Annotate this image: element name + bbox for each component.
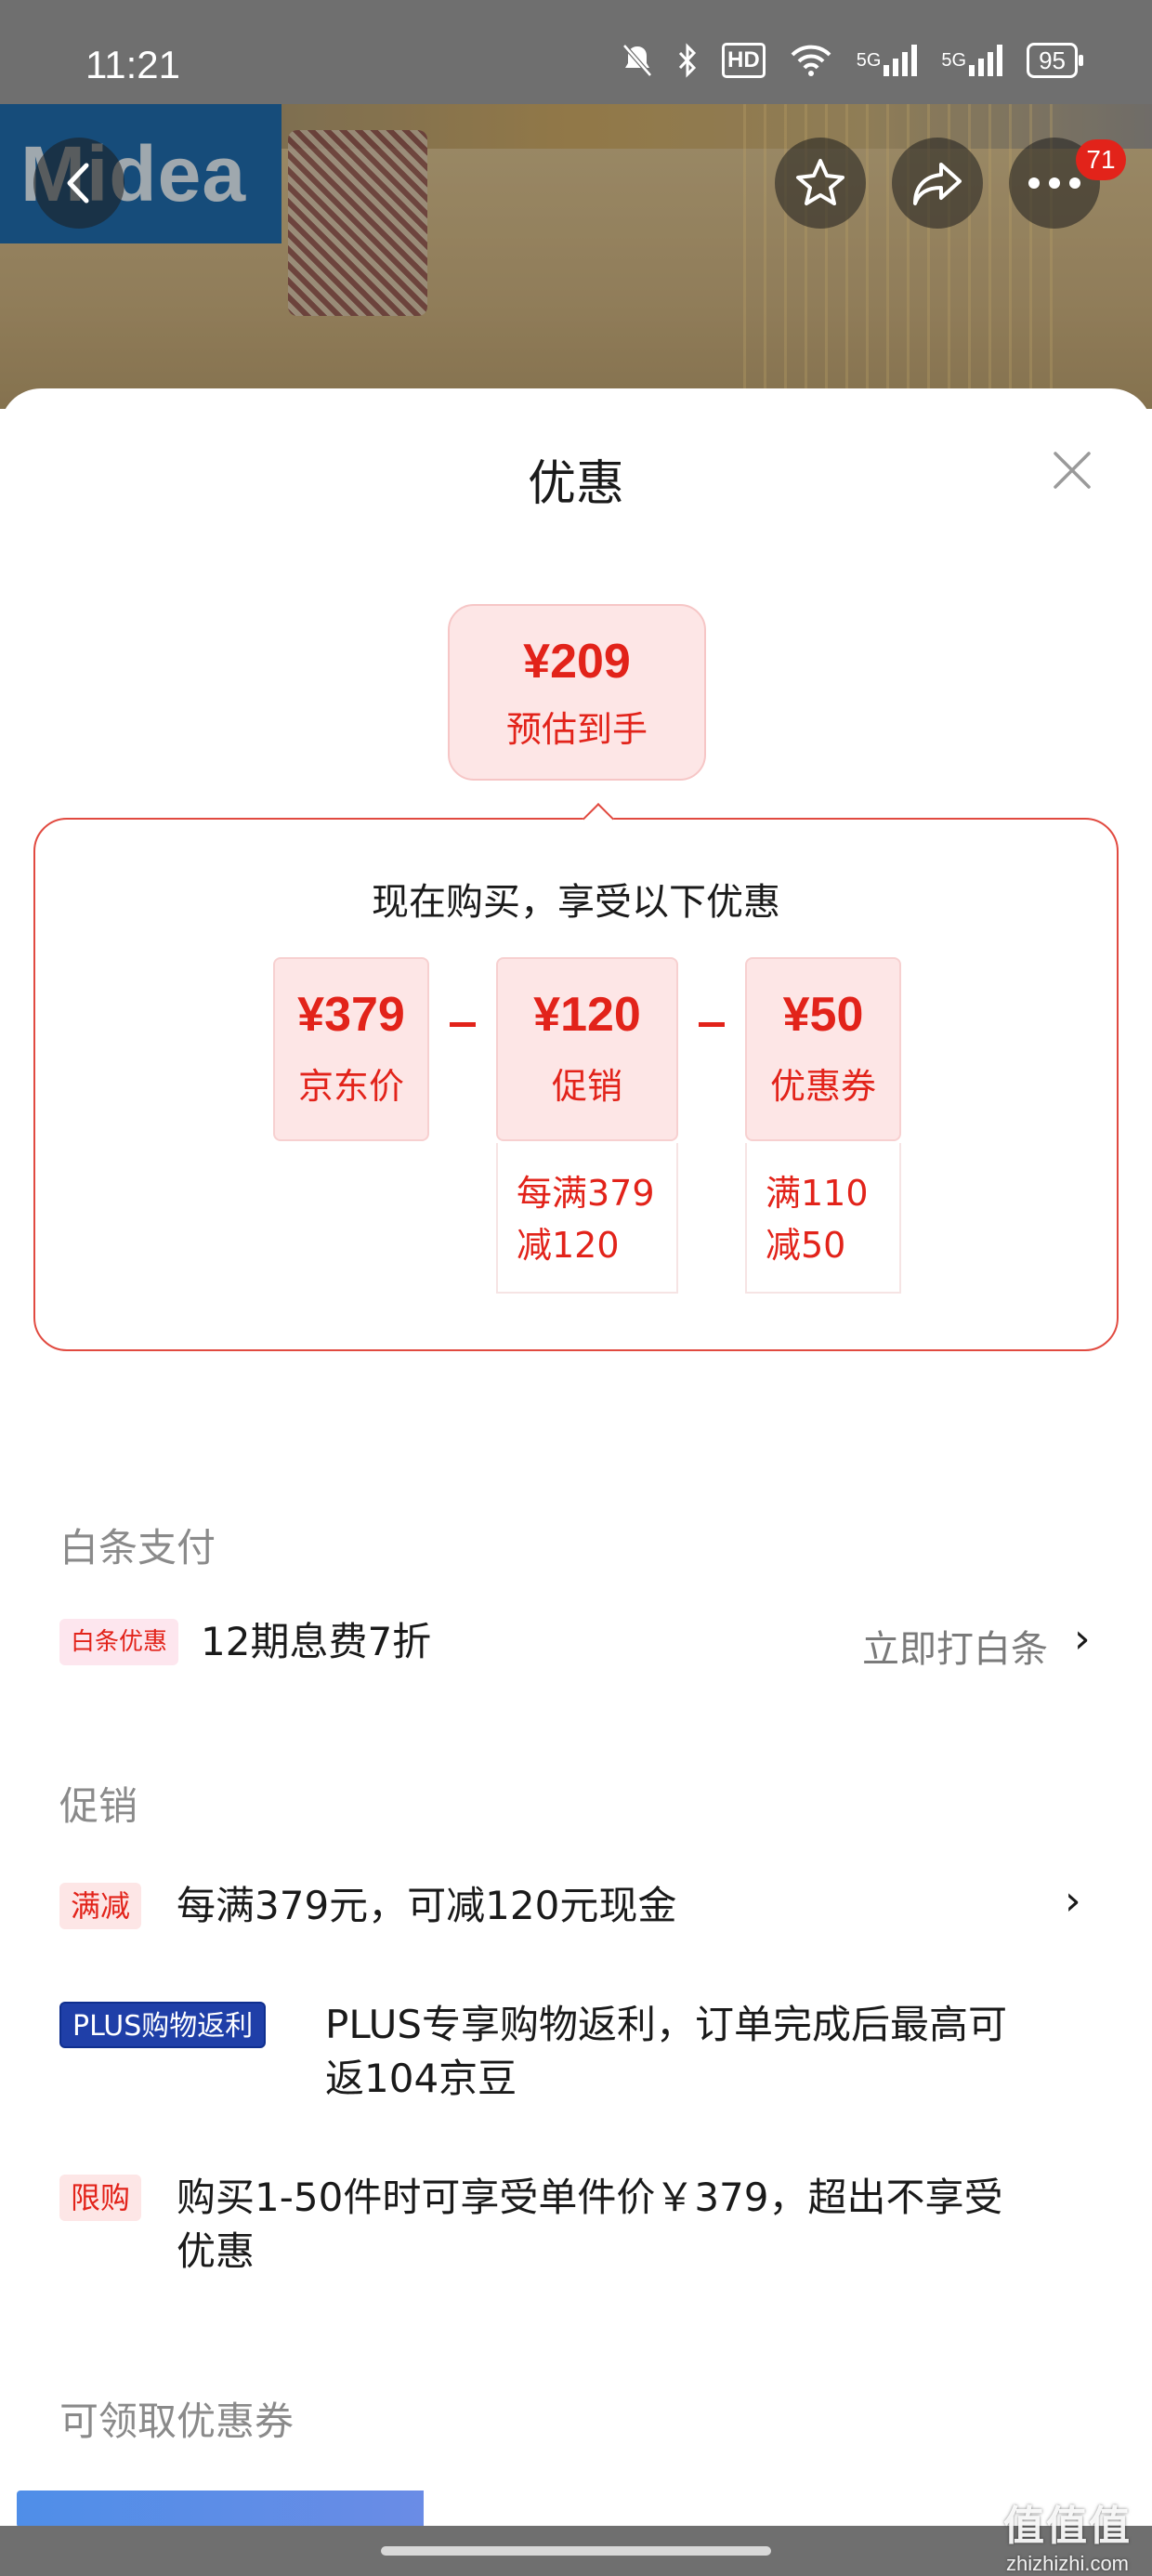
favorite-button[interactable] <box>775 138 866 229</box>
minus-sign-2 <box>699 1022 725 1027</box>
battery-indicator: 95 <box>1027 43 1083 78</box>
promotion-section-title: 促销 <box>59 1783 138 1829</box>
purchase-limit-line1: 购买1-50件时可享受单件价￥379，超出不享受 <box>177 2175 1003 2220</box>
promo-box: ¥120 促销 <box>496 957 678 1141</box>
net-type-1: 5G <box>856 49 882 71</box>
site-watermark: 值值值 zhizhizhi.com <box>1003 2492 1132 2576</box>
baitiao-section-title: 白条支付 <box>59 1525 216 1571</box>
watermark-main: 值值值 <box>1003 2504 1132 2549</box>
promo-detail-line1: 每满379 <box>517 1173 655 1214</box>
promo-value: ¥120 <box>533 988 641 1042</box>
coupon-label: 优惠券 <box>769 1066 876 1107</box>
share-arrow-icon <box>913 163 962 205</box>
estimated-price-card: ¥209 预估到手 <box>448 604 706 781</box>
status-bar: 11:21 HD 5G 5G 95 <box>0 0 1152 104</box>
home-indicator[interactable] <box>381 2546 771 2556</box>
baitiao-tag: 白条优惠 <box>59 1619 179 1665</box>
baitiao-offer-text: 12期息费7折 <box>201 1619 432 1664</box>
coupon-detail-line2: 减50 <box>766 1225 846 1266</box>
discount-breakdown: 现在购买，享受以下优惠 ¥379 京东价 ¥120 促销 每满379 减120 … <box>33 803 1119 1351</box>
full-reduction-tag: 满减 <box>59 1883 142 1929</box>
signal-5g-icon-2: 5G <box>941 43 1003 78</box>
wifi-icon <box>790 43 832 78</box>
signal-5g-icon: 5G <box>857 43 918 78</box>
chevron-left-icon <box>67 163 89 204</box>
coupon-box: ¥50 优惠券 <box>745 957 901 1141</box>
bluetooth-icon <box>677 43 698 78</box>
hd-icon: HD <box>722 43 766 78</box>
coupon-value: ¥50 <box>782 988 864 1042</box>
sheet-title: 优惠 <box>527 456 624 512</box>
watermark-sub: zhizhizhi.com <box>1005 2552 1130 2575</box>
close-icon <box>1054 452 1091 489</box>
back-button[interactable] <box>33 138 124 229</box>
message-count-badge: 71 <box>1076 139 1126 180</box>
promo-detail: 每满379 减120 <box>496 1143 678 1294</box>
plus-rebate-tag: PLUS购物返利 <box>59 2002 267 2048</box>
status-time: 11:21 <box>85 43 180 86</box>
chevron-right-icon-2[interactable]: › <box>1065 1877 1081 1925</box>
share-button[interactable] <box>892 138 983 229</box>
promo-label: 促销 <box>551 1066 622 1107</box>
plus-rebate-line2: 返104京豆 <box>325 2056 517 2101</box>
coupons-section-title: 可领取优惠券 <box>59 2399 295 2444</box>
close-button[interactable] <box>1044 442 1100 498</box>
plus-rebate-text: PLUS专享购物返利，订单完成后最高可 返104京豆 <box>325 1998 1087 2106</box>
breakdown-headline: 现在购买，享受以下优惠 <box>372 881 780 924</box>
baitiao-action-link[interactable]: 立即打白条 <box>862 1619 1048 1673</box>
plus-rebate-line1: PLUS专享购物返利，订单完成后最高可 <box>325 2002 1008 2047</box>
estimated-price: ¥209 <box>523 635 631 689</box>
jd-price-value: ¥379 <box>297 988 405 1042</box>
coupon-detail-line1: 满110 <box>766 1173 869 1214</box>
status-icons: HD 5G 5G 95 <box>622 43 1083 78</box>
purchase-limit-text: 购买1-50件时可享受单件价￥379，超出不享受 优惠 <box>177 2171 1096 2279</box>
more-dots-icon <box>1028 177 1080 189</box>
minus-sign <box>450 1022 476 1027</box>
net-type-2: 5G <box>941 49 967 71</box>
jd-price-box: ¥379 京东价 <box>273 957 429 1141</box>
estimated-price-label: 预估到手 <box>505 709 648 750</box>
jd-price-label: 京东价 <box>297 1066 404 1107</box>
mute-bell-icon <box>622 43 653 78</box>
full-reduction-text[interactable]: 每满379元，可减120元现金 <box>177 1879 676 1933</box>
purchase-limit-line2: 优惠 <box>177 2228 255 2274</box>
purchase-limit-tag: 限购 <box>59 2175 142 2221</box>
callout-notch <box>583 803 614 835</box>
coupon-card-edge[interactable] <box>17 2491 424 2528</box>
promo-detail-line2: 减120 <box>517 1225 620 1266</box>
star-icon <box>796 159 844 205</box>
chevron-right-icon[interactable]: › <box>1074 1615 1091 1663</box>
coupon-detail: 满110 减50 <box>745 1143 901 1294</box>
